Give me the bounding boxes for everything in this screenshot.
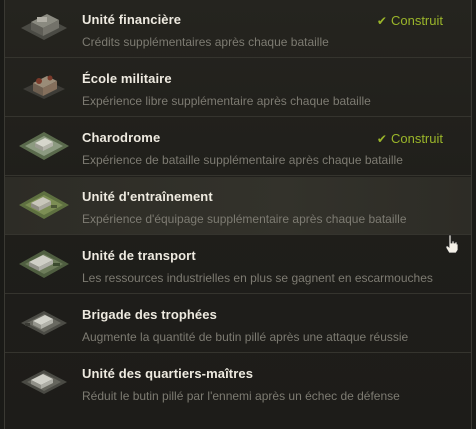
building-description: Expérience libre supplémentaire après ch… — [82, 94, 371, 108]
built-status: ✔ Construit — [376, 13, 443, 28]
building-description: Expérience d'équipage supplémentaire apr… — [82, 212, 407, 226]
built-status: ✔ Construit — [376, 131, 443, 146]
trophy-brigade-icon — [21, 311, 67, 335]
tank-range-icon — [19, 132, 69, 160]
building-title: Unité des quartiers-maîtres — [82, 366, 254, 381]
check-icon: ✔ — [376, 132, 387, 146]
building-description: Augmente la quantité de butin pillé aprè… — [82, 330, 409, 344]
building-description: Expérience de bataille supplémentaire ap… — [82, 153, 403, 167]
buildings-panel: Unité financière Crédits supplémentaires… — [4, 0, 472, 429]
building-title: École militaire — [82, 71, 172, 86]
building-row-quartermaster[interactable]: Unité des quartiers-maîtres Réduit le bu… — [5, 354, 471, 412]
building-description: Crédits supplémentaires après chaque bat… — [82, 35, 329, 49]
building-row-trophy[interactable]: Brigade des trophées Augmente la quantit… — [5, 295, 471, 353]
transport-unit-icon — [19, 250, 69, 278]
military-school-icon — [23, 75, 65, 99]
building-title: Unité d'entraînement — [82, 189, 213, 204]
building-row-training[interactable]: Unité d'entraînement Expérience d'équipa… — [5, 177, 471, 235]
building-row-military-school[interactable]: École militaire Expérience libre supplém… — [5, 59, 471, 117]
check-icon: ✔ — [376, 14, 387, 28]
building-title: Unité de transport — [82, 248, 196, 263]
building-title: Brigade des trophées — [82, 307, 217, 322]
building-row-tank-range[interactable]: Charodrome Expérience de bataille supplé… — [5, 118, 471, 176]
building-title: Charodrome — [82, 130, 161, 145]
building-description: Réduit le butin pillé par l'ennemi après… — [82, 389, 400, 403]
quartermaster-unit-icon — [21, 370, 67, 394]
building-row-finance[interactable]: Unité financière Crédits supplémentaires… — [5, 0, 471, 58]
building-title: Unité financière — [82, 12, 182, 27]
building-row-transport[interactable]: Unité de transport Les ressources indust… — [5, 236, 471, 294]
finance-unit-icon — [21, 14, 67, 40]
hand-cursor-icon — [445, 234, 459, 254]
training-unit-icon — [19, 191, 69, 219]
building-description: Les ressources industrielles en plus se … — [82, 271, 433, 285]
